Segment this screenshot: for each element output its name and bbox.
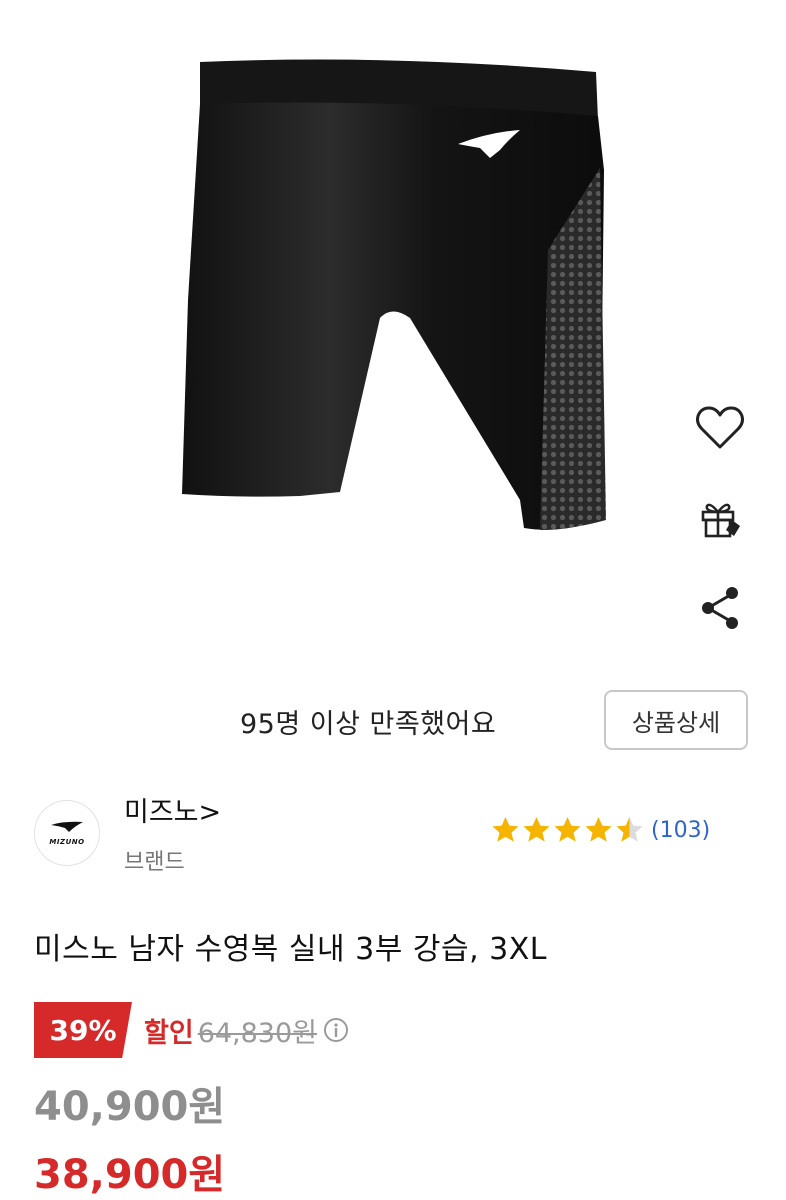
original-price: 64,830원 [197, 1017, 318, 1049]
star-icon [523, 817, 550, 842]
discount-label: 할인 [144, 1017, 194, 1049]
brand-logo[interactable]: MIZUNO [34, 800, 100, 866]
star-rating [490, 815, 645, 845]
info-icon[interactable] [323, 1017, 349, 1043]
share-icon [702, 587, 738, 629]
product-image [0, 0, 786, 680]
product-title: 미스노 남자 수영복 실내 3부 강습, 3XL [34, 932, 547, 967]
gift-button[interactable] [692, 490, 748, 546]
side-actions [692, 400, 748, 670]
star-icon [616, 817, 643, 842]
star-icon [492, 817, 519, 842]
heart-icon [696, 406, 744, 449]
price-final: 38,900원 [34, 1152, 226, 1198]
review-count[interactable]: (103) [651, 818, 710, 843]
wishlist-button[interactable] [692, 400, 748, 456]
star-icon [554, 817, 581, 842]
satisfaction-text: 95명 이상 만족했어요 [240, 709, 497, 740]
discount-row: 39% 할인 64,830원 [34, 1002, 349, 1058]
brand-logo-text: MIZUNO [49, 838, 85, 846]
mizuno-logo-icon [51, 821, 83, 832]
share-button[interactable] [692, 580, 748, 636]
brand-name-link[interactable]: 미즈노> [124, 790, 221, 829]
discount-badge: 39% [34, 1002, 132, 1058]
product-detail-button[interactable]: 상품상세 [604, 690, 748, 750]
price-primary: 40,900원 [34, 1084, 226, 1130]
gift-icon [701, 503, 740, 538]
rating[interactable]: (103) [490, 815, 710, 845]
star-icon [585, 817, 612, 842]
brand-label: 브랜드 [124, 850, 185, 875]
